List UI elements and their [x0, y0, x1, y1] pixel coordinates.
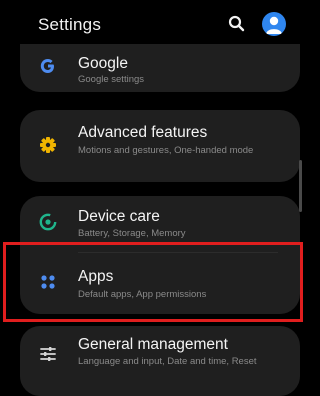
account-icon: [266, 16, 282, 34]
settings-item-subtitle: Google settings: [78, 74, 145, 85]
device-care-icon: [38, 212, 58, 232]
settings-item-subtitle: Battery, Storage, Memory: [78, 228, 186, 239]
settings-item-title: Device care: [78, 208, 160, 225]
search-icon: [228, 15, 245, 32]
highlight-box: [3, 242, 303, 322]
scrollbar[interactable]: [299, 160, 302, 212]
settings-item-device-care[interactable]: Device care Battery, Storage, Memory: [20, 196, 300, 248]
settings-item-advanced-features[interactable]: Advanced features Motions and gestures, …: [20, 110, 300, 182]
settings-item-subtitle: Motions and gestures, One-handed mode: [78, 145, 254, 156]
settings-item-subtitle: Language and input, Date and time, Reset: [78, 356, 257, 367]
google-icon: [38, 56, 58, 76]
search-button[interactable]: [226, 13, 248, 35]
settings-item-google[interactable]: Google Google settings: [20, 44, 300, 92]
settings-item-general-management[interactable]: General management Language and input, D…: [20, 326, 300, 388]
settings-item-title: Advanced features: [78, 124, 208, 141]
settings-item-title: Google: [78, 55, 128, 72]
page-title: Settings: [38, 15, 102, 34]
account-button[interactable]: [262, 12, 286, 36]
sliders-icon: [38, 344, 58, 364]
gear-icon: [38, 135, 58, 155]
settings-item-title: General management: [78, 336, 228, 353]
